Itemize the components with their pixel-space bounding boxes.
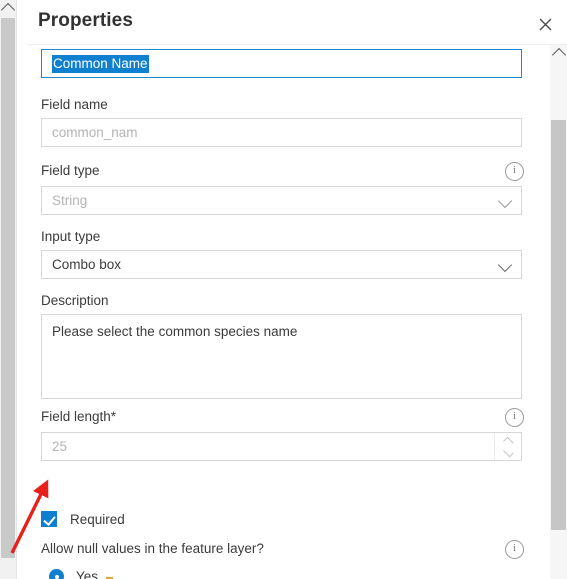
field-alias-row: Common Name — [41, 49, 522, 78]
description-textarea[interactable] — [41, 314, 522, 399]
field-type-select[interactable]: String — [41, 186, 522, 215]
description-row: Description — [41, 293, 522, 404]
panel-scrollbar-thumb[interactable] — [551, 120, 566, 530]
chevron-up-icon — [0, 2, 16, 18]
quantity-stepper[interactable] — [494, 433, 521, 460]
field-name-input[interactable]: common_nam — [41, 118, 522, 147]
properties-form-panel: Common Name Field name common_nam Field … — [27, 45, 567, 579]
field-length-row: Field length* i 25 — [41, 408, 524, 461]
panel-scrollbar[interactable] — [550, 45, 567, 579]
input-type-select-wrap: Combo box — [41, 250, 522, 279]
description-label: Description — [41, 293, 109, 308]
field-name-row: Field name common_nam — [41, 97, 522, 147]
field-length-input[interactable]: 25 — [41, 432, 522, 461]
info-icon[interactable]: i — [505, 540, 524, 559]
input-type-select[interactable]: Combo box — [41, 250, 522, 279]
radio-yes[interactable] — [49, 569, 64, 579]
stepper-down-icon — [502, 446, 514, 457]
info-icon[interactable]: i — [505, 162, 524, 181]
allow-null-group: Allow null values in the feature layer? … — [41, 540, 524, 579]
field-length-label: Field length* — [41, 409, 117, 424]
allow-null-option-yes[interactable]: Yes — [49, 564, 522, 579]
panel-scrollbar-up-arrow[interactable] — [550, 45, 567, 63]
info-icon[interactable]: i — [505, 408, 524, 427]
close-icon — [539, 18, 551, 30]
required-checkbox-row[interactable]: Required — [41, 511, 125, 527]
field-length-input-wrap: 25 — [41, 432, 522, 461]
input-type-label: Input type — [41, 229, 101, 244]
allow-null-label-row: Allow null values in the feature layer? … — [41, 540, 524, 559]
field-type-row: Field type i String — [41, 162, 524, 215]
chevron-up-icon — [551, 47, 566, 63]
field-length-label-row: Field length* i — [41, 408, 524, 427]
field-alias-input-value: Common Name — [52, 55, 149, 73]
required-checkbox-label: Required — [70, 511, 125, 527]
stepper-up-icon — [502, 436, 514, 447]
field-type-select-wrap: String — [41, 186, 522, 215]
field-name-label: Field name — [41, 97, 108, 112]
page-scrollbar[interactable] — [0, 0, 17, 579]
close-button[interactable] — [532, 11, 558, 37]
dialog-header: Properties — [27, 0, 567, 45]
field-alias-input[interactable]: Common Name — [41, 49, 522, 78]
radio-yes-label: Yes — [76, 569, 99, 579]
input-type-row: Input type Combo box — [41, 229, 522, 279]
properties-dialog: Properties Common Name Field name common… — [27, 0, 567, 579]
field-type-label: Field type — [41, 163, 100, 178]
screenshot-root: Properties Common Name Field name common… — [0, 0, 567, 579]
page-scrollbar-up-arrow[interactable] — [0, 0, 16, 18]
required-checkbox[interactable] — [41, 511, 57, 527]
page-scrollbar-thumb[interactable] — [1, 18, 15, 558]
allow-null-label: Allow null values in the feature layer? — [41, 541, 264, 556]
page-title: Properties — [38, 10, 133, 31]
field-type-label-row: Field type i — [41, 162, 524, 181]
